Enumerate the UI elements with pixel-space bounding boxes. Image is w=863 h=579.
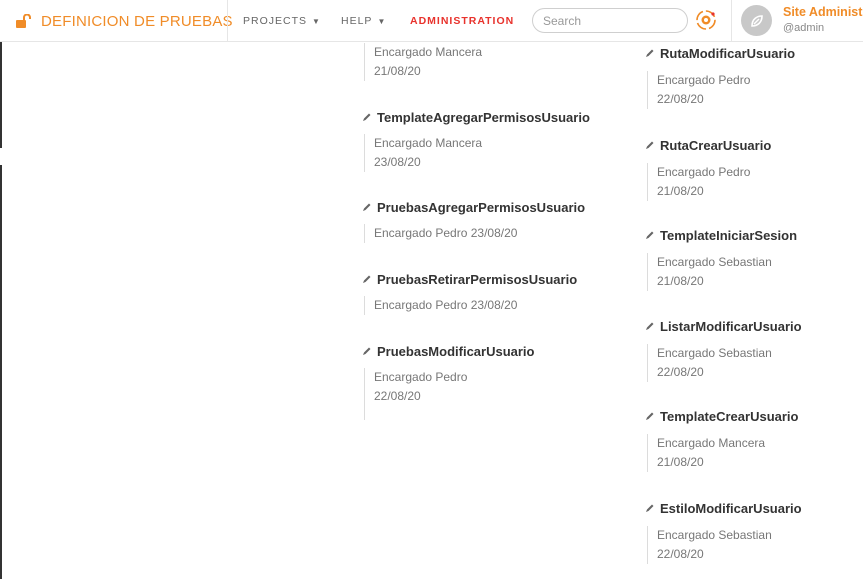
task-assignee: Encargado Pedro: [657, 73, 751, 87]
task-item: TemplateCrearUsuario Encargado Mancera 2…: [645, 407, 798, 472]
task-date: 22/08/20: [657, 92, 704, 106]
task-item: EstiloModificarUsuario Encargado Sebasti…: [645, 499, 802, 564]
task-item: ListarModificarUsuario Encargado Sebasti…: [645, 317, 802, 382]
task-assignee: Encargado Sebastian: [657, 255, 772, 269]
task-detail: Encargado Sebastian 22/08/20: [647, 344, 797, 382]
task-date: 23/08/20: [374, 155, 421, 169]
avatar[interactable]: [741, 5, 772, 36]
task-item: PruebasRetirarPermisosUsuario Encargado …: [362, 270, 577, 315]
task-assignee: Encargado Mancera: [374, 45, 483, 59]
task-item: TemplateIniciarSesion Encargado Sebastia…: [645, 226, 797, 291]
task-detail: Encargado Pedro 23/08/20: [364, 296, 518, 315]
task-item: Encargado Mancera 21/08/20: [362, 43, 504, 81]
top-navbar: DEFINICION DE PRUEBAS PROJECTS ▼ HELP ▼ …: [0, 0, 863, 42]
pencil-icon: [363, 275, 371, 283]
task-date: 21/08/20: [374, 64, 421, 78]
task-title-label: PruebasRetirarPermisosUsuario: [377, 271, 578, 287]
task-date: 22/08/20: [657, 365, 704, 379]
pencil-icon: [646, 231, 654, 239]
task-title[interactable]: TemplateIniciarSesion: [645, 226, 797, 244]
task-assignee: Encargado Mancera: [657, 436, 766, 450]
task-detail: Encargado Sebastian 22/08/20: [647, 526, 797, 564]
task-date: 22/08/20: [657, 547, 704, 561]
task-item: RutaCrearUsuario Encargado Pedro 21/08/2…: [645, 136, 797, 201]
pencil-icon: [646, 504, 654, 512]
task-item: TemplateAgregarPermisosUsuario Encargado…: [362, 108, 590, 172]
task-detail: Encargado Sebastian 21/08/20: [647, 253, 797, 291]
nav-administration[interactable]: ADMINISTRATION: [410, 0, 514, 42]
pencil-icon: [646, 412, 654, 420]
task-date: 21/08/20: [657, 184, 704, 198]
task-title-label: EstiloModificarUsuario: [660, 500, 802, 516]
task-title-label: PruebasModificarUsuario: [377, 343, 535, 359]
task-title-label: RutaModificarUsuario: [660, 45, 796, 61]
pencil-icon: [363, 113, 371, 121]
task-date: 22/08/20: [374, 389, 421, 403]
avatar-icon: [750, 14, 763, 27]
brand-link[interactable]: DEFINICION DE PRUEBAS: [16, 0, 233, 42]
search-input[interactable]: [532, 8, 688, 33]
task-assignee: Encargado Pedro: [657, 165, 751, 179]
pencil-icon: [363, 203, 371, 211]
task-title-label: ListarModificarUsuario: [660, 318, 802, 334]
nav-projects-label: PROJECTS: [243, 15, 308, 27]
task-title[interactable]: ListarModificarUsuario: [645, 317, 802, 335]
task-date: 21/08/20: [657, 274, 704, 288]
nav-help-label: HELP: [341, 15, 373, 27]
user-name[interactable]: Site Administr: [783, 5, 863, 19]
task-title[interactable]: TemplateCrearUsuario: [645, 407, 798, 425]
task-title-label: TemplateIniciarSesion: [660, 227, 798, 243]
task-date: 21/08/20: [657, 455, 704, 469]
task-title-label: TemplateCrearUsuario: [660, 408, 799, 424]
task-title[interactable]: RutaModificarUsuario: [645, 44, 797, 62]
logo-icon[interactable]: [694, 8, 718, 32]
caret-down-icon: ▼: [377, 16, 387, 26]
divider: [227, 0, 228, 42]
task-detail: Encargado Mancera 23/08/20: [364, 134, 504, 172]
pencil-icon: [646, 322, 654, 330]
task-title[interactable]: PruebasModificarUsuario: [362, 342, 535, 360]
task-detail: Encargado Pedro 21/08/20: [647, 163, 797, 201]
task-detail: Encargado Pedro 22/08/20: [647, 71, 797, 109]
task-title[interactable]: PruebasAgregarPermisosUsuario: [362, 198, 585, 216]
task-detail: Encargado Mancera 21/08/20: [647, 434, 797, 472]
task-item: RutaModificarUsuario Encargado Pedro 22/…: [645, 44, 797, 109]
task-assignee: Encargado Sebastian: [657, 528, 772, 542]
pencil-icon: [646, 49, 654, 57]
user-handle: @admin: [783, 22, 825, 34]
nav-help[interactable]: HELP ▼: [341, 0, 386, 42]
task-title-label: TemplateAgregarPermisosUsuario: [377, 109, 590, 125]
brand-title: DEFINICION DE PRUEBAS: [41, 12, 233, 30]
task-assignee: Encargado Pedro: [374, 370, 468, 384]
task-assignee: Encargado Pedro 23/08/20: [374, 298, 518, 312]
task-title[interactable]: TemplateAgregarPermisosUsuario: [362, 108, 590, 126]
task-title[interactable]: RutaCrearUsuario: [645, 136, 797, 154]
task-detail: Encargado Pedro 22/08/20: [364, 368, 504, 420]
task-assignee: Encargado Pedro 23/08/20: [374, 226, 518, 240]
task-title-label: RutaCrearUsuario: [660, 137, 772, 153]
task-assignee: Encargado Mancera: [374, 136, 483, 150]
pencil-icon: [646, 141, 654, 149]
caret-down-icon: ▼: [312, 16, 321, 26]
unlock-icon: [16, 14, 31, 28]
task-assignee: Encargado Sebastian: [657, 346, 772, 360]
nav-projects[interactable]: PROJECTS ▼: [243, 0, 321, 42]
task-title[interactable]: PruebasRetirarPermisosUsuario: [362, 270, 577, 288]
task-item: PruebasAgregarPermisosUsuario Encargado …: [362, 198, 585, 243]
divider: [731, 0, 732, 42]
task-title[interactable]: EstiloModificarUsuario: [645, 499, 802, 517]
pencil-icon: [363, 347, 371, 355]
nav-administration-label: ADMINISTRATION: [410, 15, 515, 27]
left-border: [0, 165, 2, 579]
task-item: PruebasModificarUsuario Encargado Pedro …: [362, 342, 535, 420]
task-title-label: PruebasAgregarPermisosUsuario: [377, 199, 586, 215]
left-border: [0, 42, 2, 148]
task-detail: Encargado Pedro 23/08/20: [364, 224, 518, 243]
task-detail: Encargado Mancera 21/08/20: [364, 43, 504, 81]
